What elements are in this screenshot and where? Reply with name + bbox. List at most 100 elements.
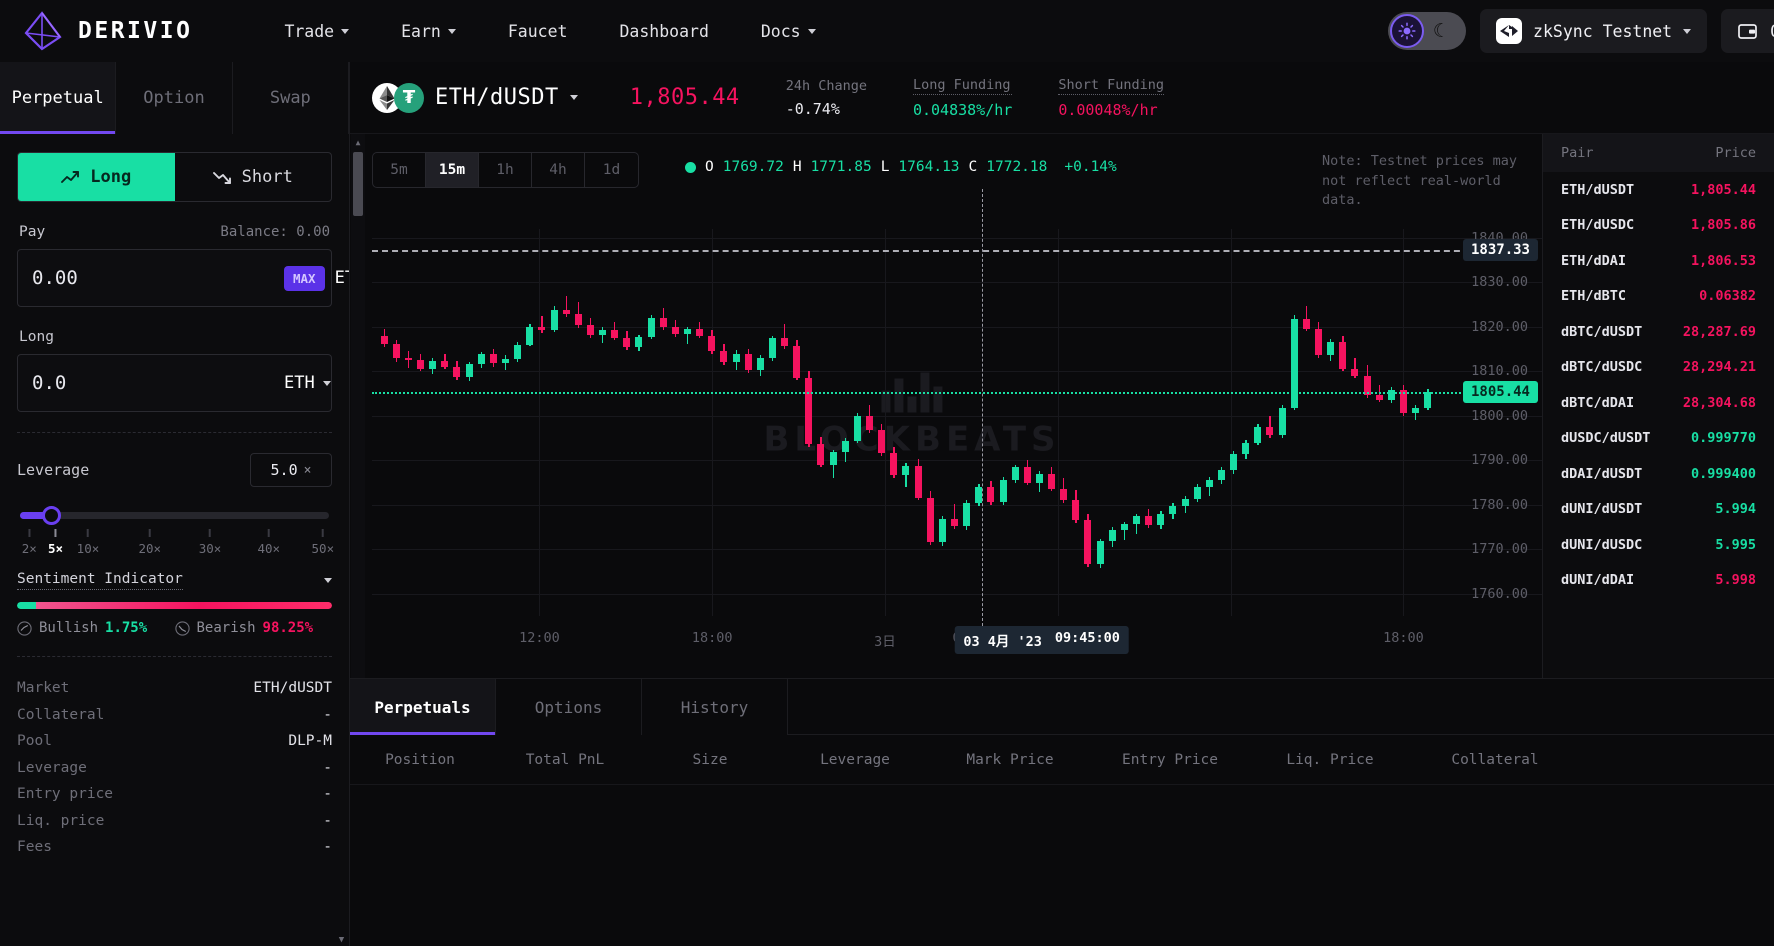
pair-list-item[interactable]: dUSDC/dUSDT 0.999770 xyxy=(1543,421,1774,457)
leverage-tick-50[interactable]: 50× xyxy=(312,529,334,556)
leverage-tick-20[interactable]: 20× xyxy=(138,529,161,556)
short-button[interactable]: Short xyxy=(175,153,332,201)
column-header: Liq. Price xyxy=(1286,751,1374,768)
position-token-label: ETH xyxy=(284,373,315,393)
price-axis[interactable]: 1840.001830.001820.001810.001800.001790.… xyxy=(1452,229,1542,616)
divider xyxy=(17,656,332,657)
tab-options[interactable]: Options xyxy=(496,679,642,735)
nav-item-trade[interactable]: Trade xyxy=(258,14,375,49)
pair-list-item[interactable]: ETH/dDAI 1,806.53 xyxy=(1543,243,1774,279)
pair-list-item[interactable]: ETH/dUSDC 1,805.86 xyxy=(1543,208,1774,244)
nav-item-docs[interactable]: Docs xyxy=(735,14,842,49)
price-tick: 1810.00 xyxy=(1471,363,1528,380)
position-token-selector[interactable]: ETH xyxy=(284,373,331,393)
ohlc-value-O: 1769.72 xyxy=(722,159,784,175)
crosshair-price-line xyxy=(372,249,1520,252)
slider-knob[interactable] xyxy=(42,506,61,525)
wallet-button[interactable]: 0x xyxy=(1721,9,1774,53)
pair-list-item[interactable]: dBTC/dDAI 28,304.68 xyxy=(1543,385,1774,421)
sentiment-bear-segment xyxy=(35,602,332,609)
ohlc-key-C: C xyxy=(968,159,978,175)
chain-selector[interactable]: zkSync Testnet xyxy=(1480,9,1708,53)
nav-item-earn[interactable]: Earn xyxy=(375,14,482,49)
leverage-slider[interactable] xyxy=(20,505,329,525)
scroll-down-icon[interactable]: ▼ xyxy=(336,933,347,946)
left-panel-scrollbar[interactable]: ▼ xyxy=(336,134,347,946)
pair-list-item[interactable]: ETH/dUSDT 1,805.44 xyxy=(1543,172,1774,208)
stat-24h-change-value: -0.74% xyxy=(785,99,840,118)
pair-list-item[interactable]: dBTC/dUSDT 28,287.69 xyxy=(1543,314,1774,350)
pair-list-item[interactable]: dUNI/dUSDT 5.994 xyxy=(1543,492,1774,528)
leverage-input[interactable]: 5.0 × xyxy=(250,453,332,487)
summary-key: Liq. price xyxy=(17,812,105,829)
tick-mark xyxy=(148,529,151,537)
pair-list-item[interactable]: ETH/dBTC 0.06382 xyxy=(1543,279,1774,315)
timeframe-1d[interactable]: 1d xyxy=(585,153,638,187)
chart-area: 5m 15m 1h 4h 1d O 1769.72 H 1771.85 L 1764.13 C 177… xyxy=(350,134,1774,678)
theme-toggle[interactable]: ☾ xyxy=(1388,12,1467,50)
timeframe-group: 5m 15m 1h 4h 1d xyxy=(372,152,639,188)
pair-name: ETH/dDAI xyxy=(1561,252,1627,269)
summary-value: - xyxy=(323,759,332,776)
tab-option[interactable]: Option xyxy=(116,62,233,134)
sentiment-bar xyxy=(17,602,332,609)
pair-price: 1,806.53 xyxy=(1690,252,1756,269)
pair-name: dUNI/dDAI xyxy=(1561,572,1635,589)
summary-key: Market xyxy=(17,680,70,697)
timeframe-5m[interactable]: 5m xyxy=(373,153,426,187)
max-button[interactable]: MAX xyxy=(284,265,325,291)
candlestick-plot[interactable]: BLOCKBEATS xyxy=(372,189,1542,636)
scroll-up-icon[interactable]: ▲ xyxy=(353,136,363,148)
position-label: Long xyxy=(19,329,54,345)
market-pair-selector[interactable]: ₮ ETH/dUSDT xyxy=(372,82,578,113)
crosshair-time: 09:45:00 xyxy=(1054,630,1120,646)
pair-name: dBTC/dUSDC xyxy=(1561,359,1643,376)
leverage-tick-5[interactable]: 5× xyxy=(48,529,63,556)
summary-row: Market ETH/dUSDT xyxy=(17,675,332,702)
column-header: Collateral xyxy=(1451,751,1539,768)
grid-line-v xyxy=(1057,229,1059,616)
position-input[interactable] xyxy=(32,372,274,394)
stat-long-funding-label: Long Funding xyxy=(912,76,1013,95)
leverage-tick-10[interactable]: 10× xyxy=(77,529,99,556)
chevron-down-icon[interactable] xyxy=(324,578,332,583)
timeframe-4h[interactable]: 4h xyxy=(532,153,585,187)
scrollbar-thumb[interactable] xyxy=(353,152,363,216)
nav-label-faucet: Faucet xyxy=(507,21,568,41)
price-tick: 1800.00 xyxy=(1471,407,1528,424)
ohlc-value-L: 1764.13 xyxy=(898,159,960,175)
stat-24h-change-label: 24h Change xyxy=(785,77,867,94)
long-button[interactable]: Long xyxy=(18,153,175,201)
price-tick: 1760.00 xyxy=(1471,585,1528,602)
timeframe-1h[interactable]: 1h xyxy=(479,153,532,187)
leverage-tick-2[interactable]: 2× xyxy=(22,529,37,556)
leverage-tick-30[interactable]: 30× xyxy=(199,529,221,556)
chart-scrollbar[interactable]: ▲ xyxy=(351,134,365,678)
timeframe-15m[interactable]: 15m xyxy=(426,153,479,187)
brand-logo[interactable]: DERIVIO xyxy=(22,11,192,51)
nav-item-faucet[interactable]: Faucet xyxy=(482,14,594,49)
summary-row: Fees - xyxy=(17,834,332,861)
pay-input[interactable] xyxy=(32,267,274,289)
tab-swap[interactable]: Swap xyxy=(233,62,349,134)
pair-list-item[interactable]: dUNI/dDAI 5.998 xyxy=(1543,563,1774,599)
pair-list-item[interactable]: dBTC/dUSDC 28,294.21 xyxy=(1543,350,1774,386)
nav-links: Trade Earn Faucet Dashboard Docs xyxy=(258,14,841,49)
time-tick: 12:00 xyxy=(519,630,560,646)
pair-list-item[interactable]: dDAI/dUSDT 0.999400 xyxy=(1543,456,1774,492)
pair-list-item[interactable]: dUNI/dUSDC 5.995 xyxy=(1543,527,1774,563)
tab-history[interactable]: History xyxy=(642,679,788,735)
stat-24h-change: 24h Change -0.74% xyxy=(786,78,867,118)
summary-key: Leverage xyxy=(17,759,87,776)
tab-perpetuals[interactable]: Perpetuals xyxy=(350,679,496,735)
pair-price: 5.995 xyxy=(1715,536,1756,553)
nav-item-dashboard[interactable]: Dashboard xyxy=(593,14,734,49)
divider xyxy=(17,432,332,433)
column-header: Leverage xyxy=(820,751,890,768)
tick-mark xyxy=(209,529,212,537)
pair-name: dDAI/dUSDT xyxy=(1561,465,1643,482)
summary-row: Pool DLP-M xyxy=(17,728,332,755)
time-axis[interactable]: 12:0018:003日0618:0003 4月 '2309:45:00 xyxy=(372,626,1452,654)
leverage-tick-40[interactable]: 40× xyxy=(257,529,280,556)
tab-perpetual[interactable]: Perpetual xyxy=(0,62,117,134)
